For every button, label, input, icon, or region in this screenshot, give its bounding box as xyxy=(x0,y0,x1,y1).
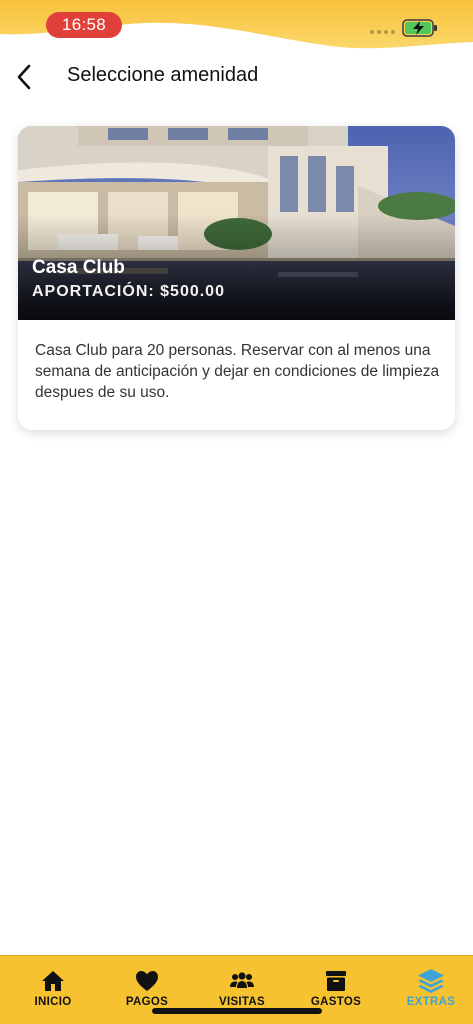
chevron-left-icon xyxy=(17,64,31,90)
tab-pagos[interactable]: PAGOS xyxy=(107,956,187,1012)
home-icon xyxy=(42,971,64,991)
signal-icon xyxy=(370,30,395,34)
battery-charging-icon xyxy=(402,19,437,37)
tab-label: PAGOS xyxy=(125,996,169,1008)
users-icon xyxy=(230,972,254,988)
archive-box-icon xyxy=(326,971,346,991)
amenity-card[interactable]: Casa Club APORTACIÓN: $500.00 Casa Club … xyxy=(18,126,455,430)
status-time: 16:58 xyxy=(46,12,122,38)
amenity-name: Casa Club xyxy=(32,257,125,278)
tab-label: VISITAS xyxy=(219,996,265,1008)
tab-visitas[interactable]: VISITAS xyxy=(202,956,282,1012)
tab-label: GASTOS xyxy=(310,996,362,1008)
back-button[interactable] xyxy=(6,60,42,94)
tab-gastos[interactable]: GASTOS xyxy=(296,956,376,1012)
tab-label: EXTRAS xyxy=(406,996,456,1008)
tab-label: INICIO xyxy=(34,996,72,1008)
page-title: Seleccione amenidad xyxy=(67,64,259,86)
layers-icon xyxy=(418,969,444,993)
home-indicator xyxy=(152,1008,322,1014)
tab-extras[interactable]: EXTRAS xyxy=(391,956,471,1012)
amenity-selection-screen: 16:58 Seleccione amenidad Casa Club APOR… xyxy=(0,0,473,1024)
amenity-description: Casa Club para 20 personas. Reservar con… xyxy=(35,342,440,401)
tab-inicio[interactable]: INICIO xyxy=(13,956,93,1012)
amenity-price: APORTACIÓN: $500.00 xyxy=(32,283,225,300)
heart-icon xyxy=(136,971,158,991)
